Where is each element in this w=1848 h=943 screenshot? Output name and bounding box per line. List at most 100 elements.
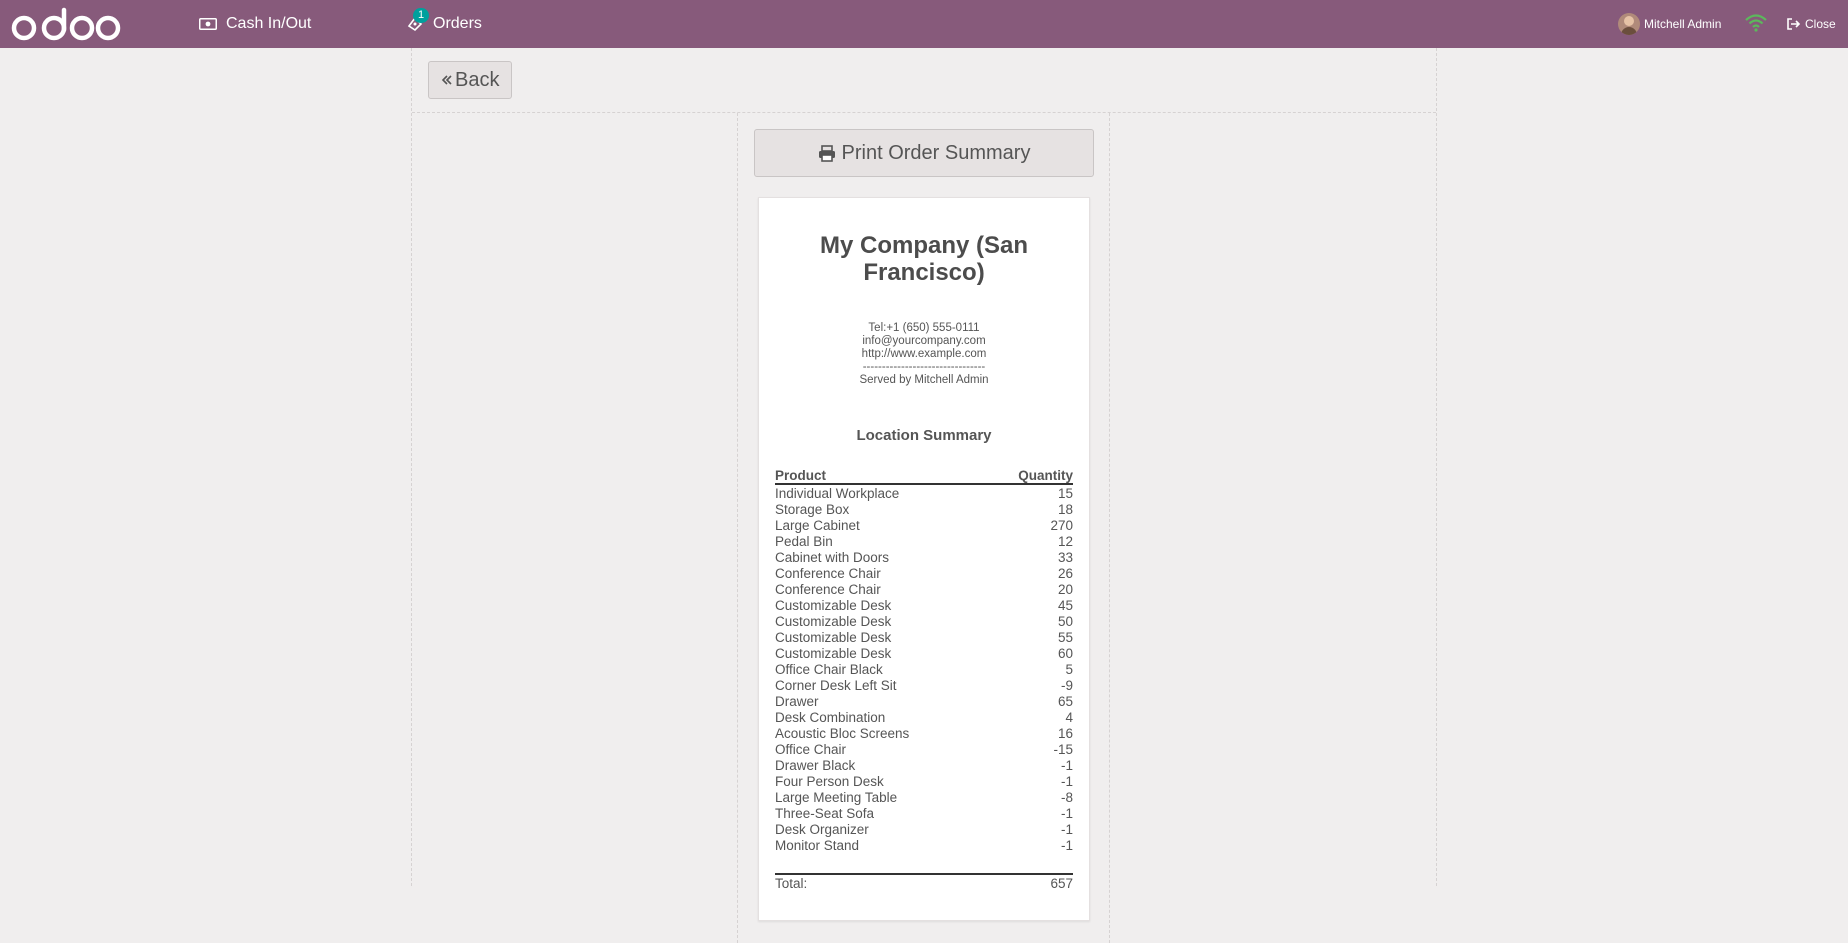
- product-quantity: 45: [1057, 598, 1073, 613]
- product-quantity: 20: [1057, 582, 1073, 597]
- product-name: Large Meeting Table: [775, 790, 898, 805]
- cash-in-out-button[interactable]: Cash In/Out: [198, 0, 311, 48]
- product-name: Pedal Bin: [775, 534, 833, 549]
- table-row: Large Meeting Table -8: [775, 790, 1073, 806]
- product-quantity: 50: [1057, 614, 1073, 629]
- sign-out-icon: [1787, 18, 1801, 30]
- print-order-summary-label: Print Order Summary: [841, 141, 1031, 164]
- company-contact: Tel:+1 (650) 555-0111 info@yourcompany.c…: [775, 322, 1073, 387]
- cash-in-out-label: Cash In/Out: [226, 15, 312, 32]
- table-row: Corner Desk Left Sit -9: [775, 678, 1073, 694]
- product-quantity: 65: [1057, 694, 1073, 709]
- product-name: Conference Chair: [775, 566, 881, 581]
- table-row: Office Chair Black 5: [775, 662, 1073, 678]
- product-quantity: 33: [1057, 550, 1073, 565]
- table-row: Customizable Desk 60: [775, 646, 1073, 662]
- table-row: Monitor Stand -1: [775, 838, 1073, 854]
- table-row: Individual Workplace 15: [775, 484, 1073, 502]
- product-quantity: 26: [1057, 566, 1073, 581]
- product-name: Drawer: [775, 694, 819, 709]
- back-button[interactable]: Back: [428, 61, 513, 99]
- product-quantity: -1: [1060, 806, 1073, 821]
- product-name: Large Cabinet: [775, 518, 860, 533]
- product-quantity: 12: [1057, 534, 1073, 549]
- total-label: Total:: [775, 876, 808, 891]
- served-by: Served by Mitchell Admin: [859, 374, 989, 386]
- screen-control-bar: Back: [412, 48, 1436, 113]
- product-name: Corner Desk Left Sit: [775, 678, 897, 693]
- table-row: Customizable Desk 50: [775, 614, 1073, 630]
- product-name: Three-Seat Sofa: [775, 806, 875, 821]
- product-name: Customizable Desk: [775, 598, 892, 613]
- close-label: Close: [1805, 17, 1836, 31]
- table-row: Desk Organizer -1: [775, 822, 1073, 838]
- product-quantity: -1: [1060, 838, 1073, 853]
- company-website: http://www.example.com: [861, 348, 987, 360]
- table-row: Conference Chair 20: [775, 582, 1073, 598]
- summary-table: Product Quantity Individual Workplace 15 S…: [775, 468, 1073, 854]
- product-name: Office Chair: [775, 742, 847, 757]
- table-row: Drawer Black -1: [775, 758, 1073, 774]
- table-header: Product Quantity: [775, 468, 1073, 485]
- close-button[interactable]: Close: [1787, 0, 1836, 48]
- print-order-summary-button[interactable]: Print Order Summary: [754, 129, 1094, 177]
- table-row: Four Person Desk -1: [775, 774, 1073, 790]
- product-quantity: 5: [1065, 662, 1073, 677]
- user-menu[interactable]: Mitchell Admin: [1618, 0, 1721, 48]
- order-receipt: My Company (San Francisco) Tel:+1 (650) …: [758, 197, 1090, 921]
- product-column-header: Product: [775, 468, 987, 485]
- ticket-icon: 1: [405, 8, 430, 32]
- product-quantity: 4: [1065, 710, 1073, 725]
- product-name: Desk Organizer: [775, 822, 869, 837]
- company-name: My Company (San Francisco): [819, 232, 1029, 286]
- product-quantity: 270: [1050, 518, 1073, 533]
- printer-icon: [818, 144, 836, 162]
- receipt-separator: --------------------------------: [862, 361, 986, 373]
- product-name: Four Person Desk: [775, 774, 884, 789]
- table-row: Conference Chair 26: [775, 566, 1073, 582]
- product-quantity: 15: [1057, 486, 1073, 501]
- product-name: Drawer Black: [775, 758, 856, 773]
- product-quantity: -1: [1060, 774, 1073, 789]
- orders-button[interactable]: 1 Orders: [405, 0, 482, 48]
- product-quantity: -9: [1060, 678, 1073, 693]
- double-chevron-left-icon: [441, 74, 453, 86]
- summary-lines: Individual Workplace 15 Storage Box 18 Large…: [775, 484, 1073, 854]
- product-name: Customizable Desk: [775, 614, 892, 629]
- product-quantity: -1: [1060, 758, 1073, 773]
- total-row: Total: 657: [775, 873, 1073, 892]
- table-row: Large Cabinet 270: [775, 518, 1073, 534]
- product-name: Acoustic Bloc Screens: [775, 726, 910, 741]
- table-row: Desk Combination 4: [775, 710, 1073, 726]
- company-email: info@yourcompany.com: [862, 335, 986, 347]
- top-navbar: Cash In/Out 1 Orders Mitchell Admin Clos…: [0, 0, 1848, 48]
- table-row: Drawer 65: [775, 694, 1073, 710]
- location-summary-title: Location Summary: [856, 427, 992, 444]
- table-row: Office Chair -15: [775, 742, 1073, 758]
- company-phone: Tel:+1 (650) 555-0111: [868, 322, 980, 334]
- product-name: Desk Combination: [775, 710, 886, 725]
- table-row: Customizable Desk 45: [775, 598, 1073, 614]
- product-quantity: -8: [1060, 790, 1073, 805]
- product-name: Office Chair Black: [775, 662, 883, 677]
- product-name: Individual Workplace: [775, 486, 900, 501]
- table-row: Storage Box 18: [775, 502, 1073, 518]
- back-label: Back: [455, 68, 500, 91]
- table-row: Pedal Bin 12: [775, 534, 1073, 550]
- product-name: Monitor Stand: [775, 838, 860, 853]
- product-name: Customizable Desk: [775, 646, 892, 661]
- product-quantity: -15: [1053, 742, 1073, 757]
- product-name: Storage Box: [775, 502, 850, 517]
- quantity-column-header: Quantity: [986, 468, 1073, 485]
- product-quantity: 16: [1057, 726, 1073, 741]
- orders-count-badge: 1: [413, 8, 430, 23]
- money-icon: [198, 16, 218, 32]
- user-name: Mitchell Admin: [1644, 17, 1722, 31]
- table-row: Customizable Desk 55: [775, 630, 1073, 646]
- product-name: Conference Chair: [775, 582, 881, 597]
- total-value: 657: [1050, 876, 1073, 891]
- product-name: Cabinet with Doors: [775, 550, 890, 565]
- product-quantity: 60: [1057, 646, 1073, 661]
- product-quantity: 18: [1057, 502, 1073, 517]
- product-quantity: 55: [1057, 630, 1073, 645]
